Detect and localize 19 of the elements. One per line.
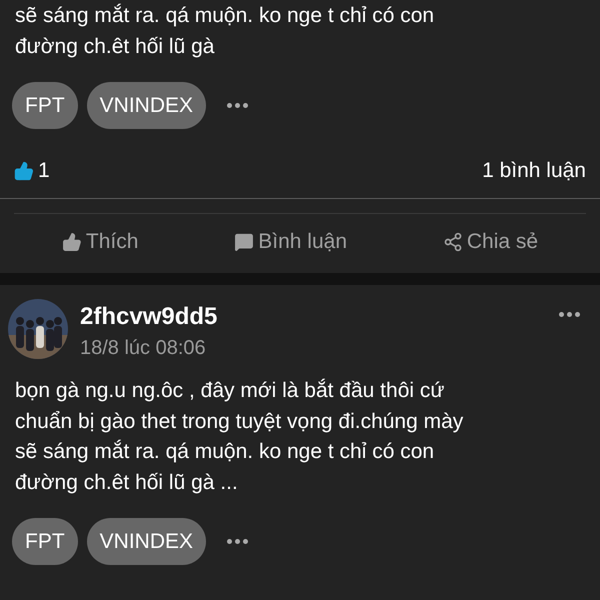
more-icon[interactable] <box>227 100 248 110</box>
post-time: 18/8 lúc 08:06 <box>80 336 207 361</box>
like-count: 1 <box>38 158 50 184</box>
tag-chip[interactable]: FPT <box>12 518 78 565</box>
tag-chip[interactable]: VNINDEX <box>86 518 206 565</box>
more-icon[interactable] <box>227 536 248 546</box>
comment-count[interactable]: 1 bình luận <box>482 155 586 187</box>
thumbs-up-icon <box>14 161 34 181</box>
comment-button[interactable]: Bình luận <box>234 226 348 258</box>
speech-bubble-icon <box>234 232 254 252</box>
post-text: sẽ sáng mắt ra. qá muộn. ko nge t chỉ có con đường ch.êt hối lũ gà <box>14 2 436 60</box>
thumbs-up-icon <box>62 232 82 252</box>
tag-chip[interactable]: VNINDEX <box>86 82 206 129</box>
tag-chip[interactable]: FPT <box>12 82 78 129</box>
post-text: bọn gà ng.u ng.ôc , đây mới là bắt đầu thôi cứ chuẩn bị gào thet trong tuyệt vọng đi.chúng mày sẽ sáng mắt ra. qá muộn. ko nge t chỉ có con đường ch.êt hối lũ gà ... <box>14 378 464 496</box>
username[interactable]: 2fhcvw9dd5 <box>80 302 547 332</box>
like-button[interactable]: Thích <box>62 226 138 258</box>
share-icon <box>442 232 463 252</box>
share-button[interactable]: Chia sẻ <box>442 226 538 258</box>
